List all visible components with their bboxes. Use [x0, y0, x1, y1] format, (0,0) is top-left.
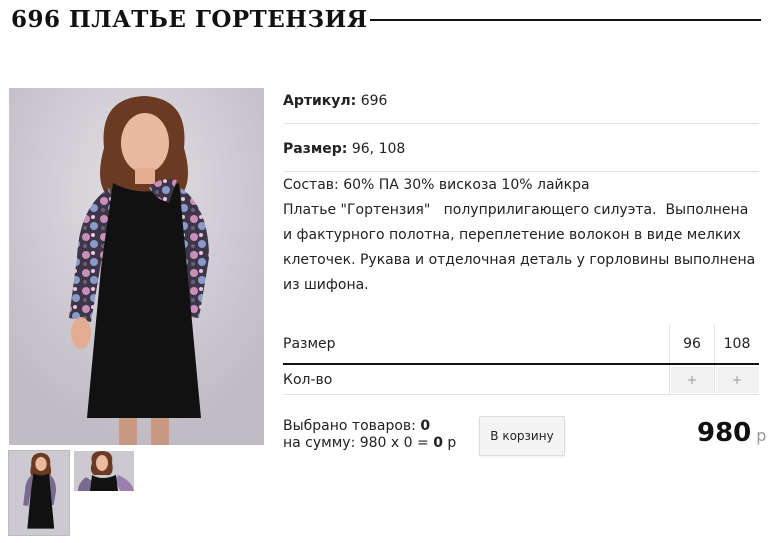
size-value: 96, 108	[351, 141, 406, 157]
description-line: из шифона.	[283, 277, 369, 293]
sum-currency: р	[447, 435, 457, 451]
selected-count-line: Выбрано товаров: 0	[283, 418, 456, 435]
quantity-cell-96: +	[669, 365, 714, 394]
sum-line: на сумму: 980 х 0 = 0 р	[283, 435, 456, 452]
quantity-label: Кол-во	[283, 371, 333, 388]
size-quantity-table: Размер 96 108 Кол-во + +	[283, 325, 759, 395]
size-header-label: Размер	[283, 336, 336, 352]
page-title: 696 ПЛАТЬЕ ГОРТЕНЗИЯ	[11, 5, 368, 33]
selected-count: 0	[420, 418, 431, 434]
description-line: Платье "Гортензия" полуприлигающего силу…	[283, 202, 749, 218]
selected-label: Выбрано товаров:	[283, 418, 416, 434]
increment-108-button[interactable]: +	[715, 366, 759, 393]
page-title-row: 696 ПЛАТЬЕ ГОРТЕНЗИЯ	[11, 4, 761, 34]
article-label: Артикул:	[283, 93, 357, 109]
size-row: Размер: 96, 108	[283, 124, 759, 172]
product-price: 980 р	[697, 418, 775, 452]
title-divider	[369, 19, 761, 21]
dress-model-illustration	[9, 88, 264, 445]
product-thumbnail-1[interactable]	[8, 450, 70, 536]
article-value: 696	[360, 93, 388, 109]
thumbnail-full-illustration	[9, 451, 69, 535]
price-value: 980	[697, 418, 752, 448]
description-line: клеточек. Рукава и отделочная деталь у г…	[283, 252, 756, 268]
product-main-image[interactable]	[9, 88, 264, 445]
product-thumbnail-2[interactable]	[74, 451, 134, 491]
increment-96-button[interactable]: +	[670, 366, 714, 393]
sum-value: 0	[433, 435, 443, 451]
thumbnail-detail-illustration	[74, 451, 134, 491]
add-to-cart-button[interactable]: В корзину	[479, 416, 565, 456]
size-option-96: 96	[669, 325, 714, 363]
description-line: Состав: 60% ПА 30% вискоза 10% лайкра	[283, 177, 590, 193]
article-row: Артикул: 696	[283, 79, 759, 124]
size-option-108: 108	[714, 325, 759, 363]
sum-label: на сумму: 980 х 0 =	[283, 435, 429, 451]
quantity-row: Кол-во + +	[283, 365, 759, 395]
quantity-cell-108: +	[714, 365, 759, 394]
size-header-row: Размер 96 108	[283, 325, 759, 365]
price-currency: р	[756, 426, 767, 445]
order-summary: Выбрано товаров: 0 на сумму: 980 х 0 = 0…	[283, 418, 456, 452]
product-info: Артикул: 696 Размер: 96, 108 Состав: 60%…	[283, 79, 759, 362]
description-line: и фактурного полотна, переплетение волок…	[283, 227, 741, 243]
size-label: Размер:	[283, 141, 348, 157]
